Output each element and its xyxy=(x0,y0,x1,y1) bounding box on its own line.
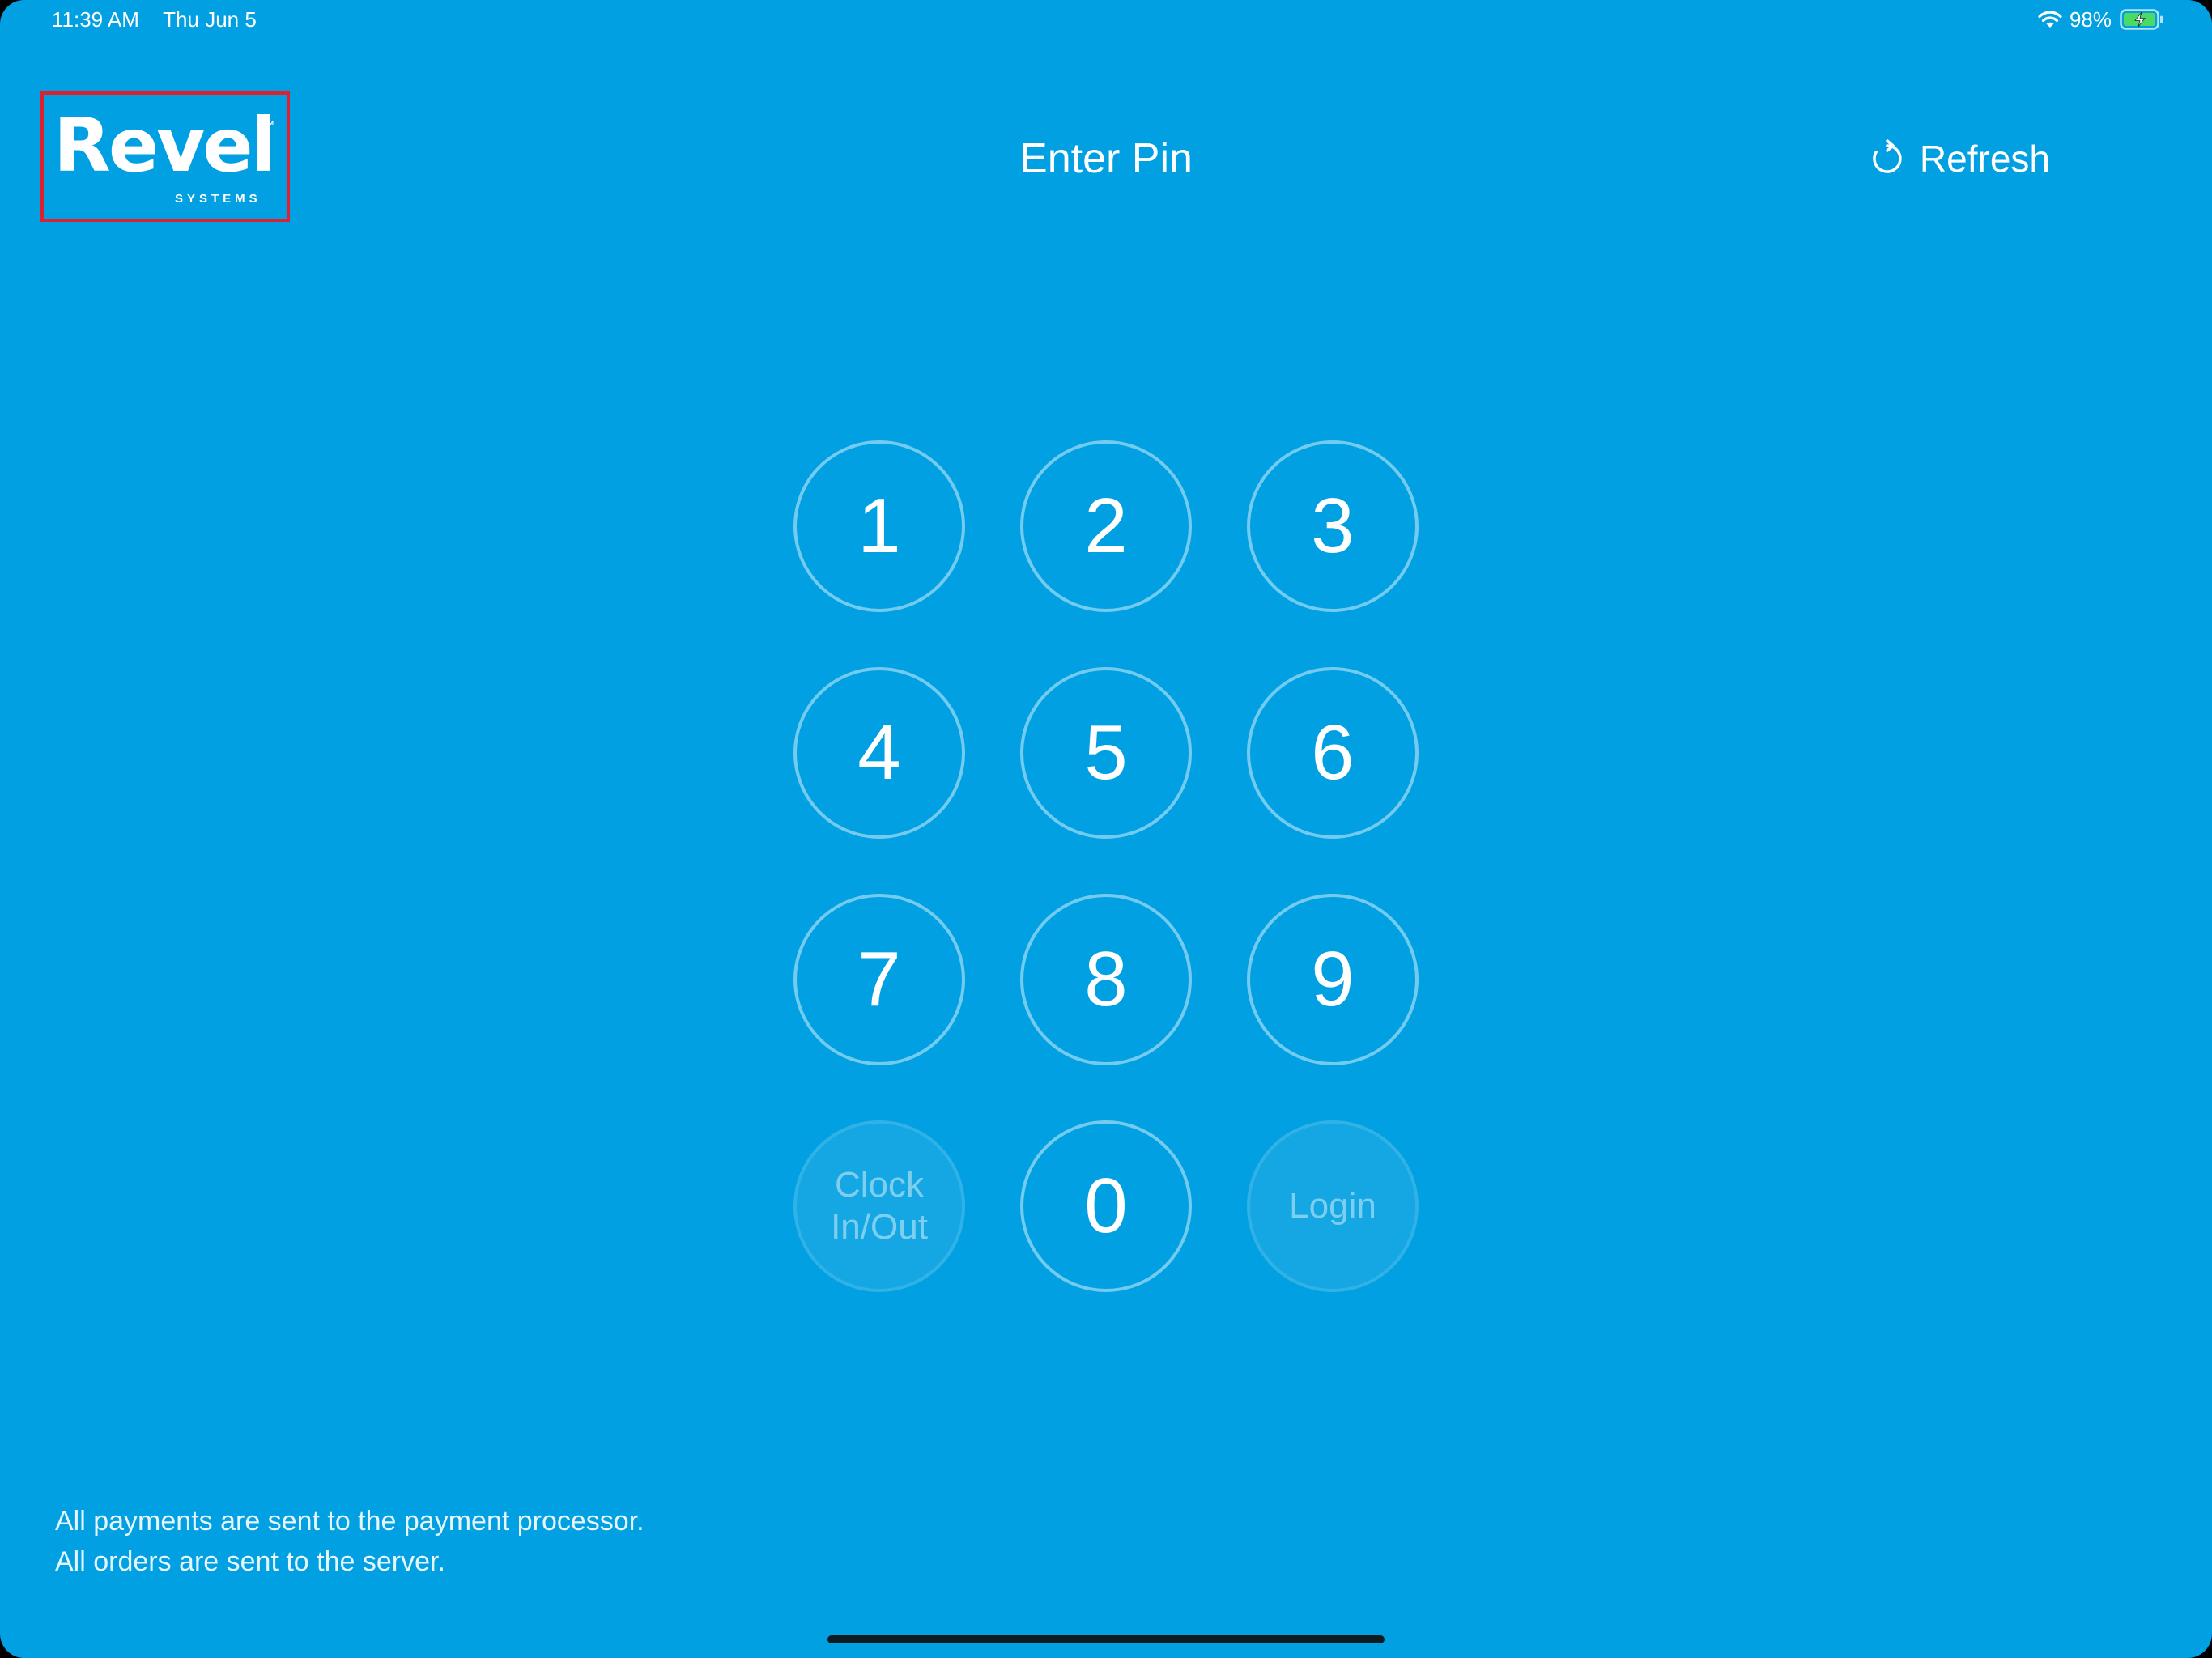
status-time: 11:39 AM xyxy=(52,7,139,32)
logo-subtext: SYSTEMS xyxy=(175,192,262,206)
footer-status: All payments are sent to the payment pro… xyxy=(55,1501,644,1582)
key-1[interactable]: 1 xyxy=(793,440,965,612)
battery-percent: 98% xyxy=(2069,6,2112,32)
home-indicator[interactable] xyxy=(827,1635,1385,1643)
key-3[interactable]: 3 xyxy=(1247,440,1419,612)
battery-charging-icon xyxy=(2120,9,2163,30)
key-9[interactable]: 9 xyxy=(1247,894,1419,1065)
key-4[interactable]: 4 xyxy=(793,667,965,839)
key-5[interactable]: 5 xyxy=(1020,667,1192,839)
login-screen: 11:39 AM Thu Jun 5 98% Revel ™ SYSTEMS E… xyxy=(0,0,2212,1658)
refresh-icon xyxy=(1873,139,1902,173)
status-bar-right: 98% xyxy=(2037,6,2163,32)
login-label: Login xyxy=(1289,1186,1376,1226)
clock-in-out-label: Clock In/Out xyxy=(831,1165,928,1247)
key-6[interactable]: 6 xyxy=(1247,667,1419,839)
footer-orders-line: All orders are sent to the server. xyxy=(55,1546,445,1577)
pin-keypad: 1 2 3 4 5 6 7 8 9 Clock In/Out 0 Login xyxy=(793,440,1419,1294)
login-button[interactable]: Login xyxy=(1247,1120,1419,1292)
key-2[interactable]: 2 xyxy=(1020,440,1192,612)
key-8[interactable]: 8 xyxy=(1020,894,1192,1065)
status-bar-left: 11:39 AM Thu Jun 5 xyxy=(52,6,257,32)
clock-in-out-button[interactable]: Clock In/Out xyxy=(793,1120,965,1292)
key-7[interactable]: 7 xyxy=(793,894,965,1065)
wifi-icon xyxy=(2038,11,2062,28)
refresh-button[interactable]: Refresh xyxy=(1868,130,2050,188)
status-date: Thu Jun 5 xyxy=(163,7,257,32)
refresh-label: Refresh xyxy=(1919,138,2050,180)
key-0[interactable]: 0 xyxy=(1020,1120,1192,1292)
footer-payments-line: All payments are sent to the payment pro… xyxy=(55,1506,644,1537)
